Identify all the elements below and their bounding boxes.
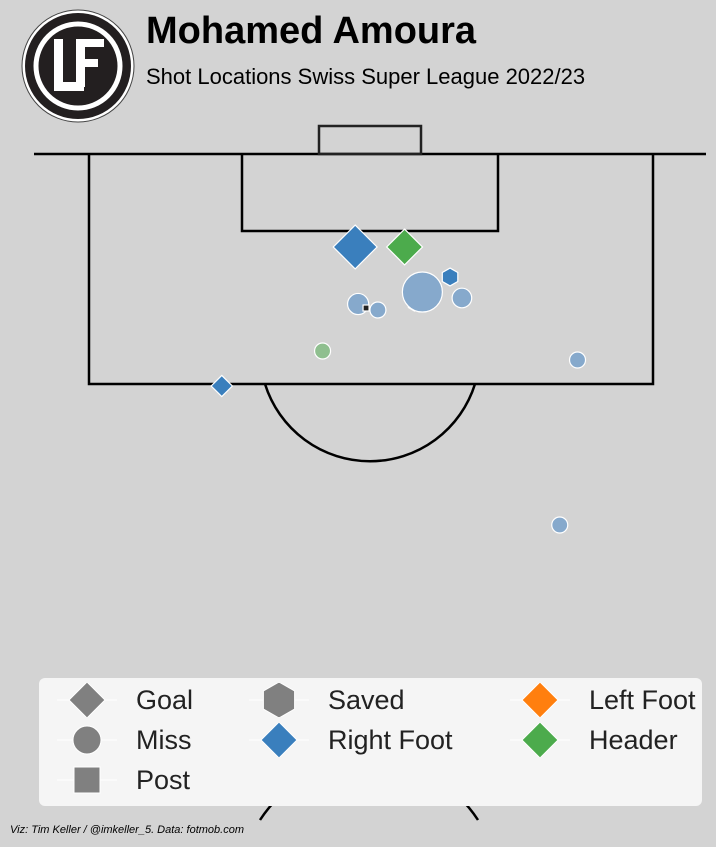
shot-marker-11 [568, 351, 587, 369]
legend-symbol-goal [57, 683, 117, 717]
legend-label-saved: Saved [328, 684, 405, 715]
shot-marker-5 [210, 374, 234, 398]
legend-item-goal: Goal [57, 683, 193, 717]
credit-text: Viz: Tim Keller / @imkeller_5. Data: fot… [10, 824, 244, 836]
shot-marker-6 [401, 271, 443, 313]
six-yard-box [240, 154, 500, 233]
legend-label-goal: Goal [136, 684, 194, 715]
legend-item-post: Post [57, 763, 190, 797]
shot-marker-13 [362, 304, 370, 312]
penalty-arc [263, 383, 477, 463]
legend-diamond-icon [260, 723, 298, 757]
legend-item-right-foot: Right Foot [249, 723, 453, 757]
legend-symbol-header [510, 723, 570, 757]
legend-symbol-left-foot [510, 683, 570, 717]
shot-marker-10 [313, 342, 332, 360]
legend-label-header: Header [589, 724, 678, 755]
legend-symbol-saved [249, 683, 309, 717]
legend-item-miss: Miss [57, 723, 192, 757]
legend-item-left-foot: Left Foot [510, 683, 696, 717]
shot-marker-2 [385, 228, 424, 266]
shot-marker-9 [451, 287, 473, 309]
legend-item-saved: Saved [249, 683, 405, 717]
legend-hexagon-icon [262, 683, 296, 717]
shot-marker-8 [369, 301, 387, 319]
legend-item-header: Header [510, 723, 678, 757]
legend-label-post: Post [136, 764, 191, 795]
penalty-box [87, 154, 655, 386]
legend-label-left-foot: Left Foot [589, 684, 696, 715]
legend-square-icon [73, 766, 101, 794]
chart-legend: Goal Miss Post Saved Right Foot Left Foo… [39, 678, 702, 806]
shot-marker-3 [441, 267, 459, 287]
legend-label-right-foot: Right Foot [328, 724, 453, 755]
legend-symbol-post [57, 766, 117, 794]
legend-diamond-icon [68, 683, 106, 717]
legend-circle-icon [72, 725, 102, 755]
legend-symbol-miss [57, 725, 117, 755]
shot-marker-12 [551, 516, 569, 534]
legend-diamond-icon [521, 683, 559, 717]
legend-label-miss: Miss [136, 724, 192, 755]
legend-symbol-right-foot [249, 723, 309, 757]
legend-diamond-icon [521, 723, 559, 757]
goal-frame [317, 124, 423, 156]
